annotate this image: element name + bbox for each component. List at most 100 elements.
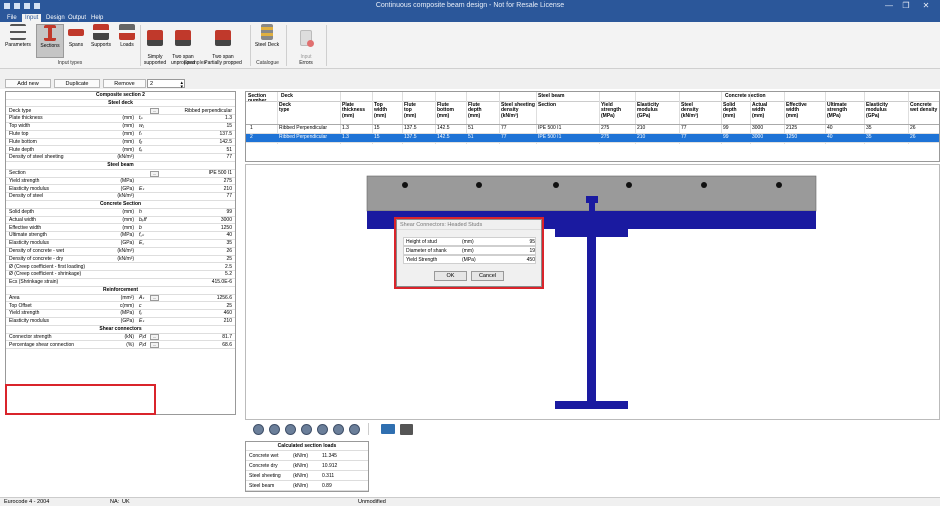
column-header[interactable]: Flute top (mm) <box>404 102 416 119</box>
table-cell[interactable]: 35 <box>866 125 872 132</box>
table-cell[interactable]: 275 <box>601 125 609 132</box>
column-header[interactable]: Elasticity modulus (GPa) <box>637 102 659 119</box>
column-header[interactable]: Yield strength (MPa) <box>601 102 621 119</box>
table-cell[interactable]: 15 <box>374 125 380 132</box>
spans-button[interactable]: Spans <box>66 24 86 58</box>
table-row[interactable]: 2 Ribbed Perpendicular 1.3 15 137.5 142.5 51 77… <box>246 134 939 143</box>
browse-button[interactable]: ... <box>150 108 159 115</box>
parameters-button[interactable]: Parameters <box>3 24 33 58</box>
zoom-out-icon[interactable] <box>333 424 344 435</box>
two-span-partially-propped-button[interactable]: Two span Partially propped <box>200 24 246 66</box>
table-cell[interactable]: 1.3 <box>342 134 349 141</box>
column-header[interactable]: Solid depth (mm) <box>723 102 737 119</box>
property-value[interactable]: 1250 <box>162 225 232 232</box>
property-value[interactable]: 51 <box>162 147 232 154</box>
duplicate-button[interactable]: Duplicate <box>54 79 100 88</box>
zoom-in-icon[interactable] <box>317 424 328 435</box>
table-cell[interactable]: 210 <box>637 125 645 132</box>
minimize-button[interactable]: — <box>882 1 896 10</box>
column-header[interactable]: Section <box>538 102 556 108</box>
menu-file[interactable]: File <box>4 14 20 22</box>
column-header[interactable]: Elasticity modulus (GPa) <box>866 102 888 119</box>
browse-button[interactable]: ... <box>150 295 159 302</box>
property-value[interactable]: 77 <box>162 154 232 161</box>
property-value[interactable]: 3000 <box>162 217 232 224</box>
menu-input[interactable]: Input <box>22 14 42 22</box>
browse-button[interactable]: ... <box>150 342 159 349</box>
property-value[interactable]: 77 <box>162 193 232 200</box>
maximize-button[interactable]: ❐ <box>899 1 913 10</box>
property-value[interactable]: 1256.6 <box>162 295 232 302</box>
table-cell[interactable]: 142.5 <box>437 125 450 132</box>
zoom-window-icon[interactable] <box>269 424 280 435</box>
table-cell[interactable]: 1.3 <box>342 125 349 132</box>
table-cell[interactable]: 210 <box>637 134 645 141</box>
menu-design[interactable]: Design <box>43 14 68 22</box>
table-cell[interactable]: 77 <box>501 125 507 132</box>
browse-button[interactable]: ... <box>150 334 159 341</box>
property-value[interactable]: 68.6 <box>162 342 232 349</box>
property-value[interactable]: 5.2 <box>162 271 232 278</box>
close-button[interactable]: ✕ <box>919 1 933 10</box>
column-header[interactable]: Effective width (mm) <box>786 102 807 119</box>
column-header[interactable]: Steel sheeting density (kN/m³) <box>501 102 535 119</box>
property-value[interactable]: 2.5 <box>162 264 232 271</box>
column-header[interactable]: Top width (mm) <box>374 102 387 119</box>
table-cell[interactable]: 3000 <box>752 125 763 132</box>
height-of-stud-input[interactable]: 95 <box>480 238 535 245</box>
property-value[interactable]: 99 <box>162 209 232 216</box>
print-icon[interactable] <box>400 424 413 435</box>
column-header[interactable]: Deck type <box>279 102 291 114</box>
column-header[interactable]: Flute bottom (mm) <box>437 102 454 119</box>
property-value[interactable]: 1.3 <box>162 115 232 122</box>
menu-output[interactable]: Output <box>65 14 89 22</box>
property-value[interactable]: 35 <box>162 240 232 247</box>
property-value[interactable]: 137.5 <box>162 131 232 138</box>
property-value[interactable]: 40 <box>162 232 232 239</box>
table-cell[interactable]: IPE 500 I1 <box>538 134 561 141</box>
table-cell[interactable]: 142.5 <box>437 134 450 141</box>
table-cell[interactable]: 3000 <box>752 134 763 141</box>
table-cell[interactable]: 99 <box>723 134 729 141</box>
table-cell[interactable]: 40 <box>827 134 833 141</box>
table-cell[interactable]: 77 <box>681 134 687 141</box>
table-cell[interactable]: Ribbed Perpendicular <box>279 125 327 132</box>
table-cell[interactable]: 26 <box>910 134 916 141</box>
table-cell[interactable]: 275 <box>601 134 609 141</box>
table-cell[interactable]: 26 <box>910 125 916 132</box>
property-value[interactable]: 25 <box>162 256 232 263</box>
browse-button[interactable]: ... <box>150 170 159 177</box>
property-value[interactable]: 142.5 <box>162 139 232 146</box>
column-header[interactable]: Ultimate strength (MPa) <box>827 102 847 119</box>
pan-icon[interactable] <box>301 424 312 435</box>
table-cell[interactable]: 2125 <box>786 125 797 132</box>
table-cell[interactable]: 51 <box>468 125 474 132</box>
export-image-icon[interactable] <box>381 424 395 434</box>
column-header[interactable]: Steel density (kN/m³) <box>681 102 699 119</box>
zoom-fit-icon[interactable] <box>253 424 264 435</box>
section-spinner[interactable]: 2 ▴ ▾ <box>147 79 185 90</box>
property-value[interactable]: 81.7 <box>162 334 232 341</box>
loads-button[interactable]: Loads <box>117 24 137 58</box>
table-cell[interactable]: 77 <box>681 125 687 132</box>
table-cell[interactable]: 99 <box>723 125 729 132</box>
column-header[interactable]: Flute depth (mm) <box>468 102 482 119</box>
table-cell[interactable]: 15 <box>374 134 380 141</box>
two-span-unpropped-button[interactable]: Two span unpropped <box>170 24 196 66</box>
zoom-reset-icon[interactable] <box>349 424 360 435</box>
table-cell[interactable]: IPE 500 I1 <box>538 125 561 132</box>
property-value[interactable]: 210 <box>162 186 232 193</box>
menu-help[interactable]: Help <box>88 14 106 22</box>
cancel-button[interactable]: Cancel <box>471 271 504 281</box>
simply-supported-button[interactable]: Simply supported <box>142 24 168 66</box>
column-header[interactable]: Plate thickness (mm) <box>342 102 365 119</box>
column-header[interactable]: Concrete wet density <box>910 102 937 114</box>
property-value[interactable]: 26 <box>162 248 232 255</box>
supports-button[interactable]: Supports <box>88 24 114 58</box>
table-cell[interactable]: 137.5 <box>404 125 417 132</box>
table-cell[interactable]: 40 <box>827 125 833 132</box>
zoom-extents-icon[interactable] <box>285 424 296 435</box>
remove-button[interactable]: Remove <box>103 79 146 88</box>
property-value[interactable]: 415.0E-6 <box>162 279 232 286</box>
add-new-button[interactable]: Add new <box>5 79 51 88</box>
